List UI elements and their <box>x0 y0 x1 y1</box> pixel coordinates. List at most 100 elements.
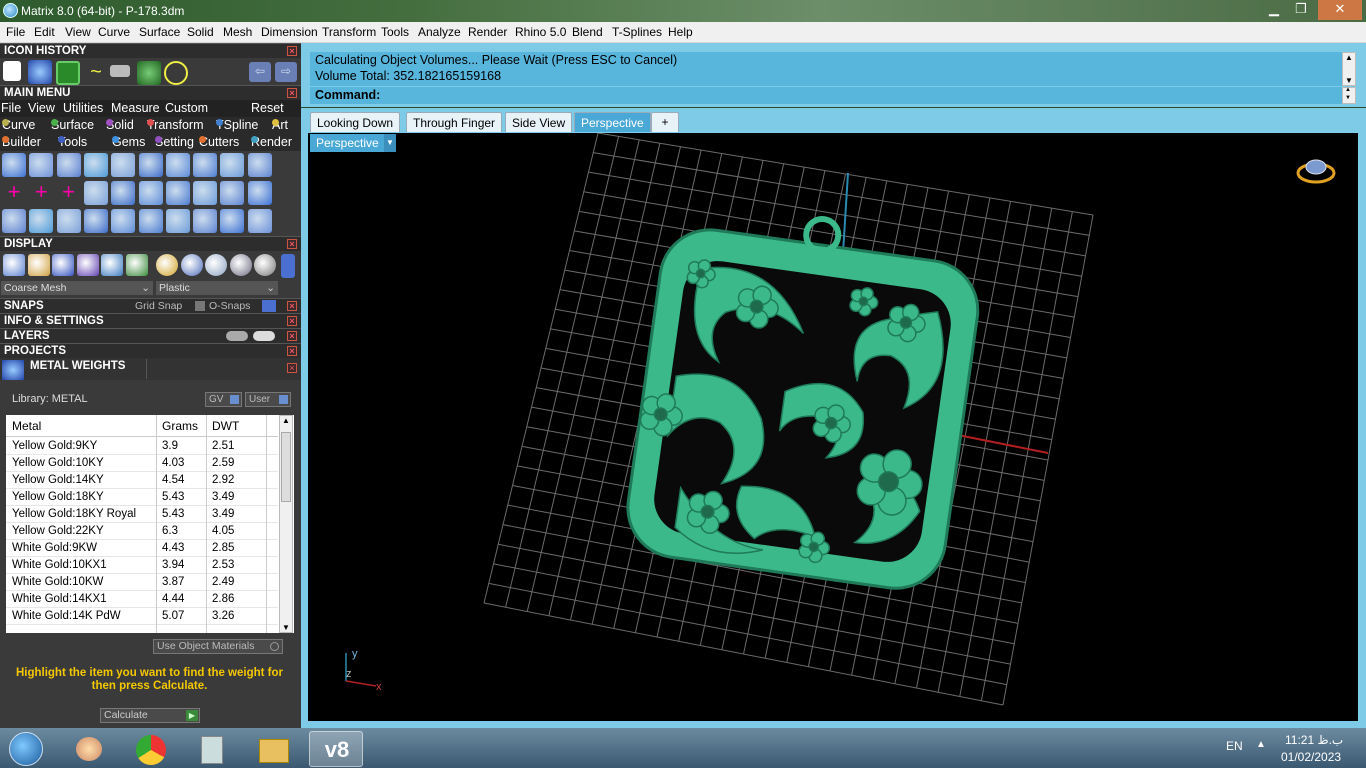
menu-analyze[interactable]: Analyze <box>418 25 461 39</box>
profile-tool-icon[interactable] <box>247 153 272 177</box>
category-setting[interactable]: Setting <box>155 135 194 149</box>
bezel-tool-icon[interactable] <box>138 153 163 177</box>
display-mode-select[interactable]: Coarse Mesh ⌄ <box>1 281 153 295</box>
freeform-tool-icon[interactable]: + <box>29 181 53 205</box>
minimize-button[interactable]: ▁ <box>1263 0 1285 20</box>
path-tool-icon[interactable] <box>111 153 136 177</box>
cutter-tool-icon[interactable] <box>165 181 190 205</box>
close-icon[interactable]: × <box>287 46 297 56</box>
gauge-icon[interactable] <box>164 61 188 85</box>
main-menu-custom[interactable]: Custom <box>165 101 208 115</box>
menu-edit[interactable]: Edit <box>34 25 55 39</box>
shaded-view-icon[interactable] <box>52 254 74 276</box>
back-arrow-icon[interactable]: ⇦ <box>249 62 271 82</box>
menu-dimension[interactable]: Dimension <box>261 25 318 39</box>
projects-header[interactable]: PROJECTS × <box>0 343 301 358</box>
menu-curve[interactable]: Curve <box>98 25 130 39</box>
table-row[interactable]: Yellow Gold:22KY 6.3 4.05 <box>6 523 278 540</box>
profile-tool-icon[interactable] <box>247 181 272 205</box>
category-tools[interactable]: Tools <box>58 135 87 149</box>
scroll-up-icon[interactable]: ▲ <box>1345 87 1351 93</box>
circle-tool-icon[interactable] <box>2 209 26 233</box>
table-row[interactable]: Yellow Gold:14KY 4.54 2.92 <box>6 472 278 489</box>
add-tab-button[interactable]: + <box>651 112 679 132</box>
table-scrollbar[interactable]: ▲ ▼ <box>279 415 293 633</box>
cutter-tool-icon[interactable] <box>165 153 190 177</box>
rail-tool-icon[interactable] <box>220 209 245 233</box>
table-row[interactable]: Yellow Gold:10KY 4.03 2.59 <box>6 455 278 472</box>
scroll-down-icon[interactable]: ▼ <box>1345 76 1353 85</box>
snaps-header[interactable]: SNAPS Grid Snap O-Snaps × <box>0 298 301 313</box>
menu-surface[interactable]: Surface <box>139 25 180 39</box>
branch-icon[interactable] <box>137 61 161 85</box>
material-select[interactable]: Plastic ⌄ <box>156 281 278 295</box>
menu-tsplines[interactable]: T-Splines <box>612 25 662 39</box>
freeform-tool-icon[interactable] <box>29 153 54 177</box>
main-menu-utilities[interactable]: Utilities <box>63 101 103 115</box>
command-input[interactable]: Command: <box>310 87 1342 104</box>
clock-time[interactable]: 11:21 ب.ظ <box>1285 733 1343 747</box>
menu-rhino[interactable]: Rhino 5.0 <box>515 25 566 39</box>
menu-mesh[interactable]: Mesh <box>223 25 252 39</box>
user-toggle[interactable]: User <box>245 392 291 407</box>
start-button[interactable] <box>2 731 48 767</box>
menu-blend[interactable]: Blend <box>572 25 603 39</box>
close-button[interactable]: ✕ <box>1318 0 1362 20</box>
perspective-viewport[interactable]: y z x Perspective ▼ <box>308 133 1358 721</box>
bezel-tool-icon[interactable] <box>138 181 163 205</box>
ring-tool-icon[interactable] <box>56 209 81 233</box>
close-icon[interactable]: × <box>287 301 297 311</box>
viewport-label-dropdown[interactable]: Perspective ▼ <box>310 134 396 152</box>
matte-material-icon[interactable] <box>229 254 252 276</box>
main-menu-view[interactable]: View <box>28 101 55 115</box>
shank-tool-icon[interactable] <box>193 209 218 233</box>
ring-tool-icon[interactable]: + <box>57 181 81 205</box>
main-menu-file[interactable]: File <box>1 101 21 115</box>
layers-header[interactable]: LAYERS × <box>0 328 301 343</box>
column-grams[interactable]: Grams <box>162 419 198 433</box>
gv-toggle[interactable]: GV <box>205 392 242 407</box>
reset-button[interactable]: Reset <box>251 101 284 115</box>
category-art[interactable]: Art <box>272 118 288 132</box>
layer-toggle-icon[interactable] <box>226 331 248 341</box>
grid-snap-toggle[interactable]: Grid Snap <box>135 299 182 314</box>
menu-file[interactable]: File <box>6 25 25 39</box>
grid-view-icon[interactable] <box>3 254 25 276</box>
gem-tool-icon[interactable] <box>83 209 108 233</box>
table-row[interactable]: White Gold:10KW 3.87 2.49 <box>6 574 278 591</box>
tab-looking-down[interactable]: Looking Down <box>310 112 401 132</box>
ring-tool-icon[interactable] <box>56 153 81 177</box>
category-cutters[interactable]: Cutters <box>199 135 239 149</box>
category-builder[interactable]: Builder <box>2 135 41 149</box>
table-row[interactable]: Yellow Gold:18KY 5.43 3.49 <box>6 489 278 506</box>
rail-tool-icon[interactable] <box>220 181 245 205</box>
category-gems[interactable]: Gems <box>112 135 145 149</box>
close-icon[interactable]: × <box>287 363 297 373</box>
circle-tool-icon[interactable] <box>2 153 26 177</box>
env-map-icon[interactable] <box>101 254 123 276</box>
main-menu-measure[interactable]: Measure <box>111 101 160 115</box>
category-solid[interactable]: Solid <box>106 118 134 132</box>
category-surface[interactable]: Surface <box>51 118 94 132</box>
menu-tools[interactable]: Tools <box>381 25 409 39</box>
column-dwt[interactable]: DWT <box>212 419 239 433</box>
menu-help[interactable]: Help <box>668 25 693 39</box>
close-icon[interactable]: × <box>287 316 297 326</box>
new-file-icon[interactable] <box>3 61 21 81</box>
table-row[interactable]: White Gold:9KW 4.43 2.85 <box>6 540 278 557</box>
circle-tool-icon[interactable]: + <box>2 181 26 205</box>
maximize-button[interactable]: ❐ <box>1290 0 1312 20</box>
layout-icon[interactable] <box>125 254 148 276</box>
table-row[interactable]: Yellow Gold:9KY 3.9 2.51 <box>6 438 278 455</box>
cutter-tool-icon[interactable] <box>165 209 190 233</box>
gem-tool-icon[interactable] <box>83 181 108 205</box>
grid-tool-icon[interactable] <box>56 61 80 85</box>
ruler-icon[interactable] <box>110 65 130 77</box>
freeform-tool-icon[interactable] <box>29 209 54 233</box>
clock-date[interactable]: 01/02/2023 <box>1281 750 1341 764</box>
category-curve[interactable]: Curve <box>2 118 35 132</box>
tray-expand-icon[interactable]: ▲ <box>1256 739 1266 750</box>
table-row[interactable]: White Gold:10KX1 3.94 2.53 <box>6 557 278 574</box>
gold-material-icon[interactable] <box>156 254 178 276</box>
rail-tool-icon[interactable] <box>220 153 245 177</box>
